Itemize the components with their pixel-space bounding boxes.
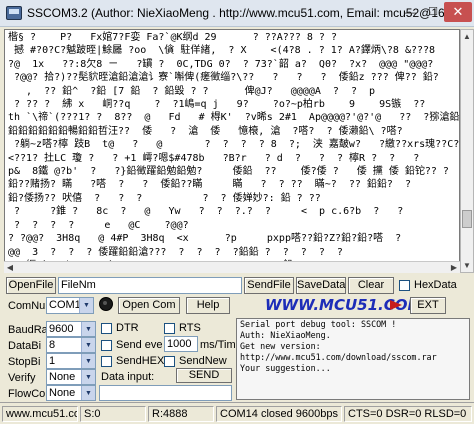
sscom-window: SSCOM3.2 (Author: NieXiaoMeng . http://w… bbox=[0, 0, 474, 424]
verify-label: Verify bbox=[8, 372, 36, 384]
file-name-input[interactable]: FileNm bbox=[58, 277, 242, 294]
chevron-down-icon[interactable]: ▼ bbox=[79, 298, 93, 313]
window-title: SSCOM3.2 (Author: NieXiaoMeng . http://w… bbox=[27, 6, 455, 20]
help-button[interactable]: Help bbox=[186, 297, 230, 314]
send-new-line-label: SendNew bbox=[179, 355, 227, 367]
scroll-right-icon[interactable]: ▶ bbox=[448, 262, 460, 273]
send-hex-label: SendHEX bbox=[116, 355, 165, 367]
status-line-signals: CTS=0 DSR=0 RLSD=0 bbox=[344, 406, 472, 422]
rts-checkbox[interactable] bbox=[164, 323, 175, 334]
stop-bits-label: StopBi bbox=[8, 356, 41, 368]
send-file-button[interactable]: SendFile bbox=[244, 277, 294, 294]
rts-label: RTS bbox=[179, 322, 201, 334]
ext-button[interactable]: EXT bbox=[410, 297, 446, 314]
close-button[interactable]: ✕ bbox=[444, 2, 472, 22]
info-line: http://www.mcu51.com/download/sscom.rar bbox=[240, 352, 437, 362]
info-line: Your suggestion... bbox=[240, 363, 331, 373]
open-com-button[interactable]: Open Com bbox=[118, 297, 180, 314]
data-bits-label: DataBi bbox=[8, 340, 42, 352]
stop-bits-value: 1 bbox=[49, 355, 56, 367]
maximize-button[interactable]: ☐ bbox=[422, 4, 444, 22]
send-every-label: Send eve bbox=[116, 339, 163, 351]
chevron-down-icon[interactable]: ▼ bbox=[81, 354, 95, 368]
send-button[interactable]: SEND bbox=[176, 368, 232, 383]
verify-value: None bbox=[49, 371, 76, 383]
scroll-down-icon[interactable]: ▼ bbox=[461, 259, 473, 272]
chevron-down-icon[interactable]: ▼ bbox=[81, 370, 95, 384]
minimize-button[interactable]: — bbox=[400, 4, 422, 22]
status-received-count: R:4888 bbox=[148, 406, 214, 422]
chevron-down-icon[interactable]: ▼ bbox=[81, 386, 95, 400]
status-bar: www.mcu51.com S:0 R:4888 COM14 closed 96… bbox=[0, 402, 474, 424]
verify-select[interactable]: None ▼ bbox=[46, 369, 96, 385]
status-site: www.mcu51.com bbox=[2, 406, 78, 422]
com-num-select[interactable]: COM14 ▼ bbox=[46, 297, 94, 314]
send-every-checkbox[interactable] bbox=[101, 340, 112, 351]
scroll-thumb[interactable] bbox=[462, 210, 472, 228]
baud-rate-value: 9600 bbox=[49, 323, 74, 335]
send-hex-checkbox[interactable] bbox=[101, 356, 112, 367]
chevron-down-icon[interactable]: ▼ bbox=[81, 322, 95, 336]
flow-control-select[interactable]: None ▼ bbox=[46, 385, 96, 401]
scroll-left-icon[interactable]: ◀ bbox=[4, 262, 16, 273]
data-input-label: Data input: bbox=[101, 371, 155, 383]
data-bits-select[interactable]: 8 ▼ bbox=[46, 337, 96, 353]
vertical-scrollbar[interactable]: ▲ ▼ bbox=[460, 29, 474, 273]
flow-control-label: FlowCo bbox=[8, 388, 46, 400]
data-input-field[interactable] bbox=[99, 385, 232, 401]
stop-bits-select[interactable]: 1 ▼ bbox=[46, 353, 96, 369]
info-panel: Serial port debug tool: SSCOM ! Auth: Ni… bbox=[236, 318, 470, 400]
status-port: COM14 closed 9600bps 8 1 bbox=[216, 406, 342, 422]
dtr-checkbox[interactable] bbox=[101, 323, 112, 334]
port-status-indicator-icon bbox=[99, 297, 113, 311]
hex-data-checkbox[interactable] bbox=[399, 280, 410, 291]
title-bar: SSCOM3.2 (Author: NieXiaoMeng . http://w… bbox=[0, 0, 474, 27]
chevron-down-icon[interactable]: ▼ bbox=[81, 338, 95, 352]
info-line: Serial port debug tool: SSCOM ! bbox=[240, 319, 397, 329]
baud-rate-label: BaudRa bbox=[8, 324, 48, 336]
open-file-button[interactable]: OpenFile bbox=[6, 277, 56, 294]
app-icon bbox=[6, 6, 22, 20]
clear-button[interactable]: Clear bbox=[348, 277, 394, 294]
flow-control-value: None bbox=[49, 387, 76, 399]
info-line: Auth: NieXiaoMeng. bbox=[240, 330, 331, 340]
hex-data-label: HexData bbox=[414, 279, 457, 291]
baud-rate-select[interactable]: 9600 ▼ bbox=[46, 321, 96, 337]
info-line: Get new version: bbox=[240, 341, 321, 351]
status-sent-count: S:0 bbox=[80, 406, 146, 422]
receive-text-area[interactable]: 楷§ ? P? Fx婠7?F娈 Fa?`@K纲d 29 ? ??A??? 8 ?… bbox=[4, 29, 460, 273]
send-new-line-checkbox[interactable] bbox=[164, 356, 175, 367]
dtr-label: DTR bbox=[116, 322, 139, 334]
scroll-up-icon[interactable]: ▲ bbox=[461, 30, 473, 43]
brand-arrow-icon bbox=[390, 300, 402, 310]
send-interval-input[interactable]: 1000 bbox=[164, 336, 198, 352]
received-data-text: 楷§ ? P? Fx婠7?F娈 Fa?`@K纲d 29 ? ??A??? 8 ?… bbox=[8, 32, 460, 271]
save-data-button[interactable]: SaveData bbox=[296, 277, 346, 294]
data-bits-value: 8 bbox=[49, 339, 56, 351]
horizontal-scrollbar[interactable]: ◀ ▶ bbox=[4, 261, 460, 273]
